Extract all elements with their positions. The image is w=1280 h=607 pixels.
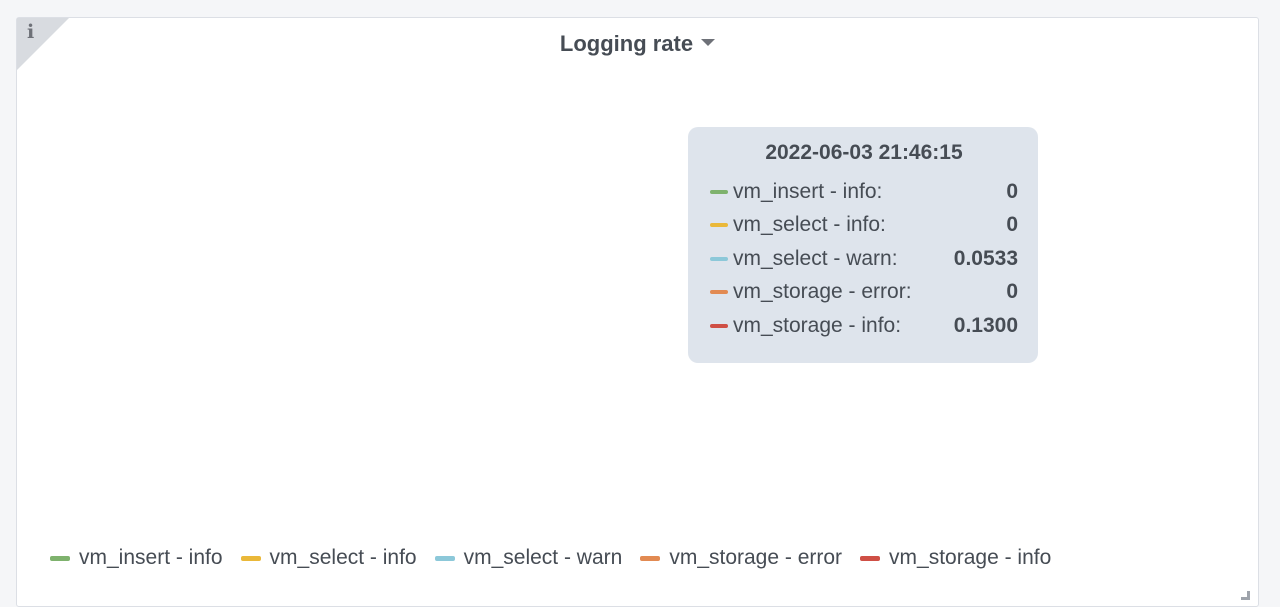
series-color-swatch [710,290,728,295]
tooltip-series-name: vm_insert - info: [733,179,883,203]
tooltip-series-name: vm_storage - info: [733,313,902,337]
tooltip-row: vm_select - warn: 0.0533 [710,242,1018,276]
tooltip-series-value: 0.1300 [953,313,1018,337]
legend-label[interactable]: vm_storage - error [669,546,842,570]
tooltip-series-value: 0 [1006,179,1018,203]
legend-item[interactable]: vm_select - warn [434,546,623,570]
legend-swatch [640,555,661,561]
panel-title-text[interactable]: Logging rate [560,31,693,56]
legend-label[interactable]: vm_select - warn [464,546,623,570]
tooltip: 2022-06-03 21:46:15 vm_insert - info: 0 vm… [688,127,1038,363]
legend-swatch [50,555,70,561]
legend-item[interactable]: vm_select - info [240,546,417,570]
series-color-swatch [710,189,728,194]
tooltip-row: vm_insert - info: 0 [710,175,1018,209]
panel: i Logging rate [16,17,1259,607]
series-color-swatch [710,323,728,328]
legend-item[interactable]: vm_insert - info [50,546,223,570]
series-color-swatch [710,223,728,228]
tooltip-series-value: 0.0533 [953,246,1018,270]
tooltip-series-value: 0 [1006,280,1018,304]
legend-label[interactable]: vm_insert - info [79,546,223,570]
tooltip-series-name: vm_select - info: [733,213,886,237]
tooltip-row: vm_select - info: 0 [710,209,1018,243]
resize-handle[interactable] [1241,591,1250,600]
tooltip-row: vm_storage - info: 0.1300 [710,309,1018,343]
legend-swatch [240,555,261,561]
tooltip-row: vm_storage - error: 0 [710,276,1018,310]
legend-label[interactable]: vm_select - info [270,546,417,570]
tooltip-title: 2022-06-03 21:46:15 [765,141,963,164]
legend-swatch [434,555,455,561]
legend-item[interactable]: vm_storage - info [860,546,1051,570]
legend: vm_insert - info vm_select - info vm_selec… [50,546,1051,570]
legend-swatch [860,555,881,561]
tooltip-series-name: vm_select - warn: [733,246,898,270]
tooltip-series-name: vm_storage - error: [733,280,912,304]
legend-item[interactable]: vm_storage - error [640,546,842,570]
tooltip-series-value: 0 [1006,213,1018,237]
panel-title[interactable]: Logging rate [17,31,1258,57]
series-color-swatch [710,256,728,261]
caret-down-icon[interactable] [701,39,716,46]
legend-label[interactable]: vm_storage - info [889,546,1051,570]
